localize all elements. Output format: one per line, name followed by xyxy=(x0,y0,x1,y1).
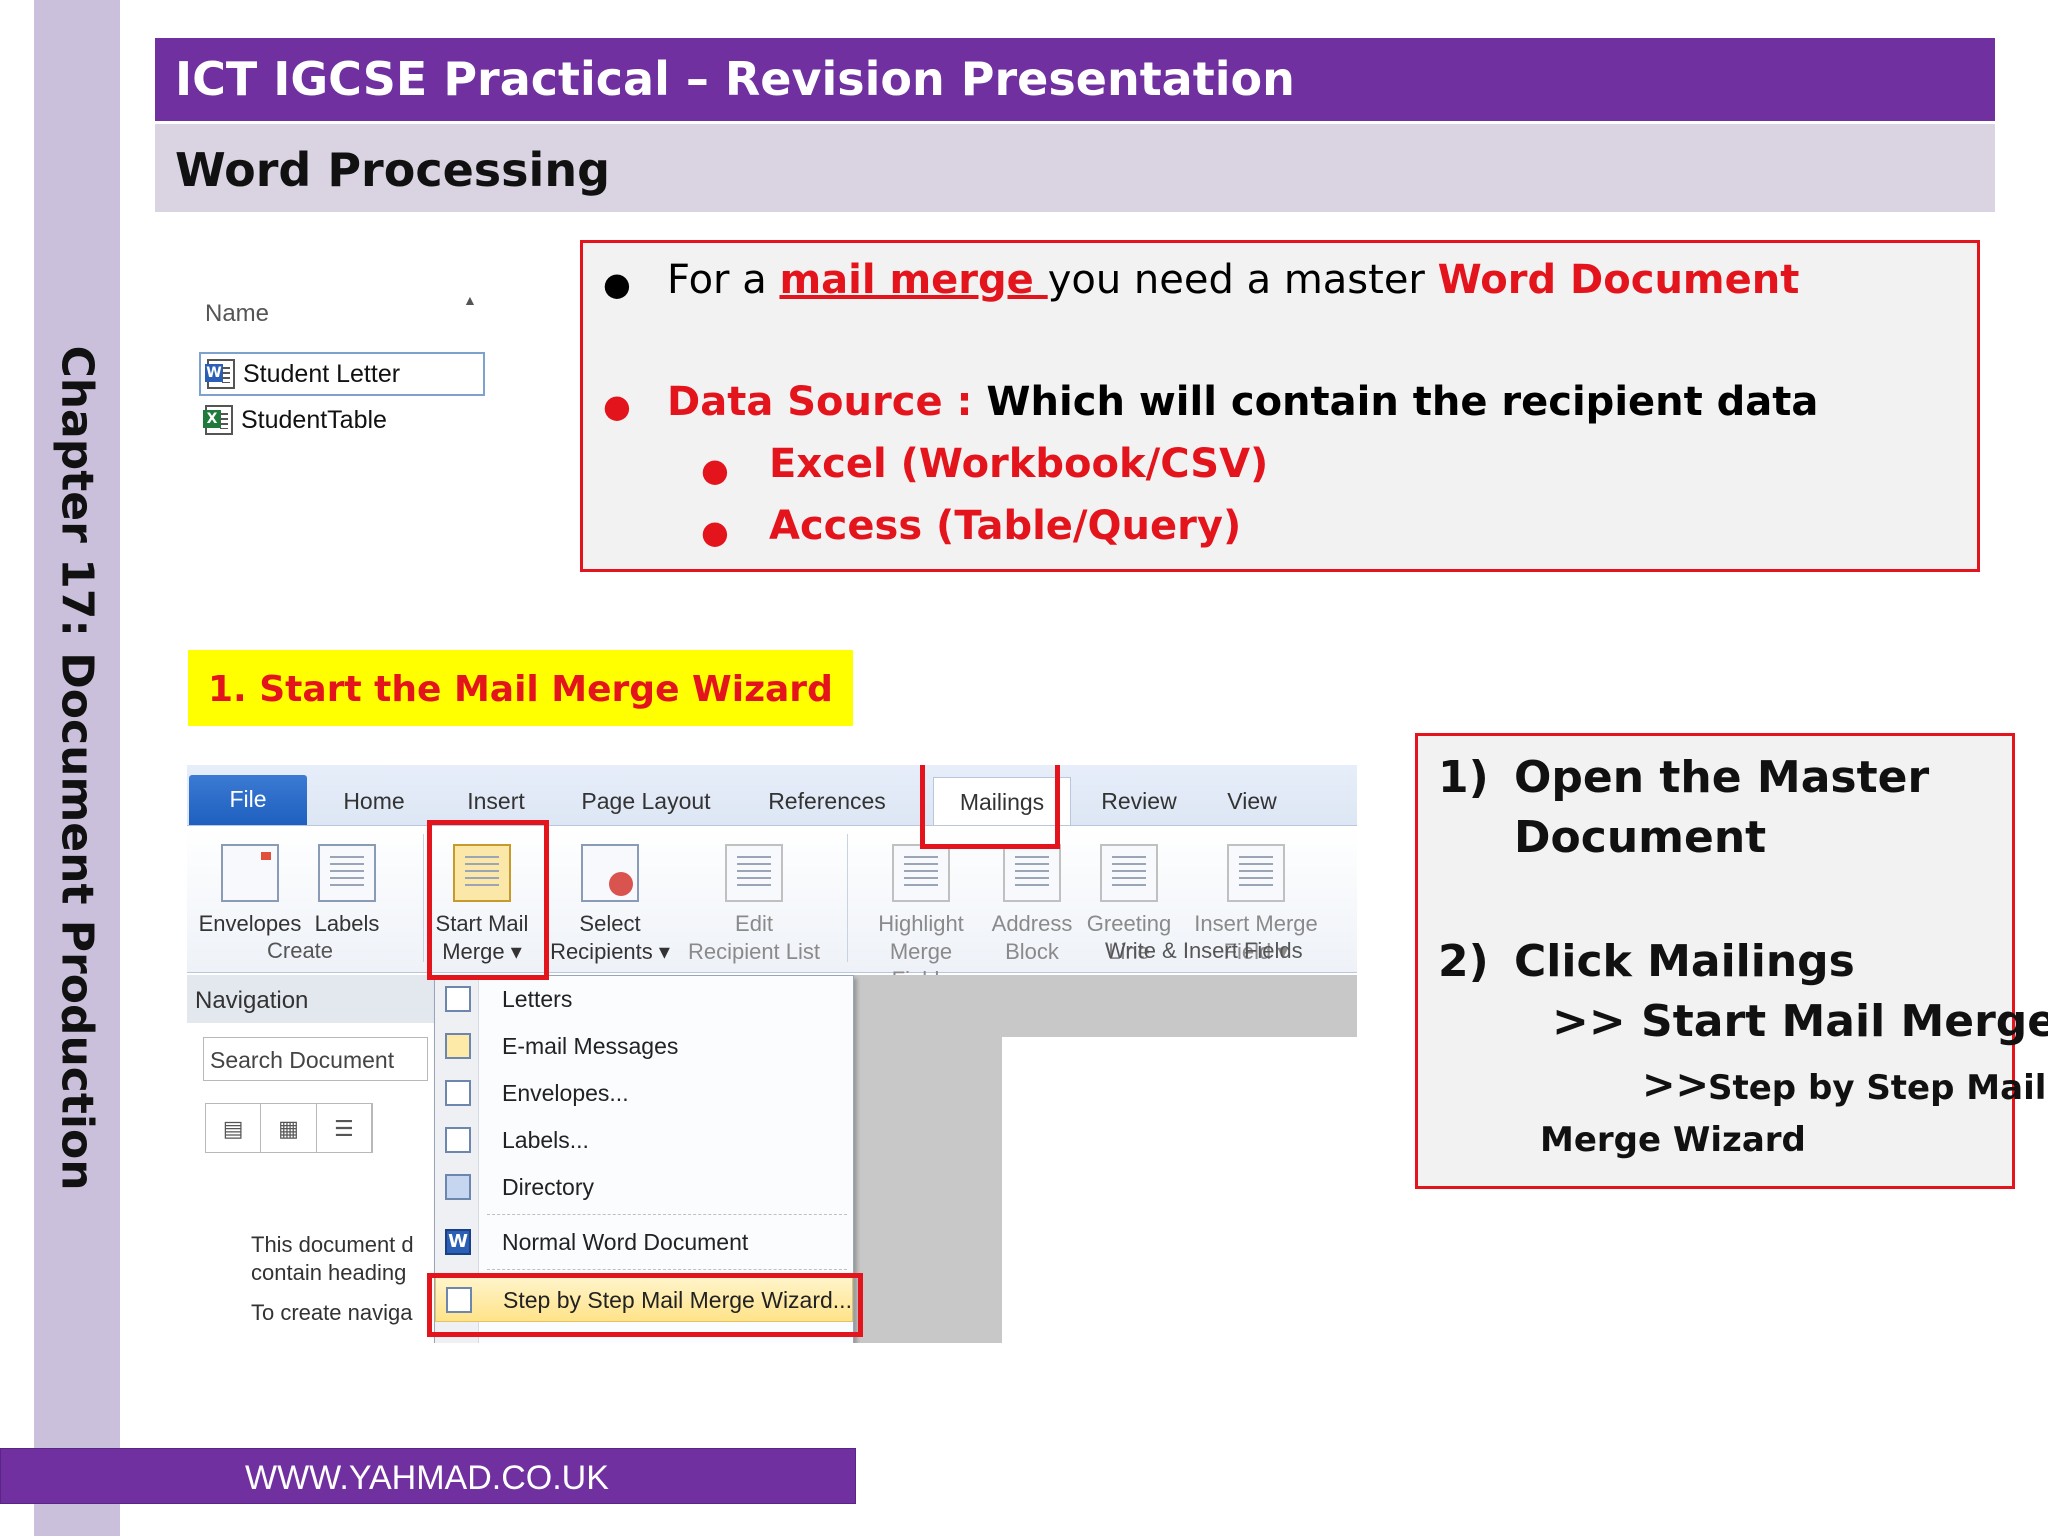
chapter-label: Chapter 17: Document Production xyxy=(51,345,103,1191)
step-1-line-1: Open the Master xyxy=(1514,752,1930,803)
ribbon-tabs: File Home Insert Page Layout References … xyxy=(187,765,1357,825)
labels-icon xyxy=(318,844,376,902)
bullet-icon: ● xyxy=(701,513,729,551)
word-icon: W xyxy=(445,1229,471,1255)
tab-home[interactable]: Home xyxy=(327,765,421,825)
search-document-input[interactable]: Search Document xyxy=(203,1037,428,1081)
tab-file[interactable]: File xyxy=(189,775,307,825)
recipients-icon xyxy=(581,844,639,902)
document-page[interactable] xyxy=(1002,1037,1357,1343)
tab-references[interactable]: References xyxy=(753,765,901,825)
menu-divider xyxy=(487,1214,847,1215)
info-sub-1: Excel (Workbook/CSV) xyxy=(769,441,1269,487)
section-label: 1. Start the Mail Merge Wizard xyxy=(188,650,853,726)
highlight-icon xyxy=(892,844,950,902)
navigation-pane: Navigation Search Document ▤ ▦ ☰ This do… xyxy=(187,975,437,1343)
letter-icon xyxy=(445,986,471,1012)
navigation-help-text: This document d contain heading To creat… xyxy=(251,1232,414,1325)
step-2-line-1: Click Mailings xyxy=(1514,936,1855,987)
word-screenshot: File Home Insert Page Layout References … xyxy=(187,765,1357,1343)
file-list-header[interactable]: Name xyxy=(205,300,269,328)
results-view-icon[interactable]: ☰ xyxy=(317,1104,372,1152)
bullet-icon: ● xyxy=(603,265,631,303)
step-2-line-3: Step by Step Mail xyxy=(1708,1068,2047,1108)
step-1-line-2: Document xyxy=(1514,812,1767,863)
pages-view-icon[interactable]: ▦ xyxy=(261,1104,317,1152)
step-2-number: 2) xyxy=(1438,936,1489,987)
directory-icon xyxy=(445,1174,471,1200)
select-recipients-button[interactable]: Select Recipients ▾ xyxy=(545,844,675,966)
mail-merge-link: mail merge xyxy=(779,257,1048,303)
navigation-view-tabs: ▤ ▦ ☰ xyxy=(205,1103,373,1153)
file-item-student-table[interactable]: X StudentTable xyxy=(199,398,485,442)
bullet-icon: ● xyxy=(701,451,729,489)
file-item-label: Student Letter xyxy=(243,359,401,388)
address-block-button[interactable]: Address Block xyxy=(989,844,1075,966)
sort-ascending-icon[interactable]: ▲ xyxy=(463,292,477,308)
file-list: Name ▲ W Student Letter X StudentTable xyxy=(195,280,495,450)
highlight-merge-fields-button[interactable]: Highlight Merge Fields xyxy=(859,844,983,994)
menu-item-directory[interactable]: Directory xyxy=(435,1164,853,1210)
envelope-icon xyxy=(221,844,279,902)
address-block-icon xyxy=(1003,844,1061,902)
group-write-insert-label: Write & Insert Fields xyxy=(1105,938,1303,963)
step-1-number: 1) xyxy=(1438,752,1489,803)
info-line-2: Data Source : Which will contain the rec… xyxy=(667,379,1819,425)
labels-icon xyxy=(445,1127,471,1153)
step-2-line-4: Merge Wizard xyxy=(1540,1120,1806,1160)
footer-website[interactable]: WWW.YAHMAD.CO.UK xyxy=(0,1448,856,1504)
tab-review[interactable]: Review xyxy=(1091,765,1187,825)
tab-view[interactable]: View xyxy=(1207,765,1297,825)
info-sub-2: Access (Table/Query) xyxy=(769,503,1242,549)
step-2-line-2: >> Start Mail Merge xyxy=(1552,996,2048,1047)
mail-merge-info-box: ● For a mail merge you need a master Wor… xyxy=(580,240,1980,572)
steps-box: 1) Open the Master Document 2) Click Mai… xyxy=(1415,733,2048,1189)
greeting-line-icon xyxy=(1100,844,1158,902)
menu-item-envelopes[interactable]: Envelopes... xyxy=(435,1070,853,1116)
info-line-1: For a mail merge you need a master Word … xyxy=(667,257,1800,303)
insert-merge-field-icon xyxy=(1227,844,1285,902)
slide-title: ICT IGCSE Practical – Revision Presentat… xyxy=(155,38,1995,121)
headings-view-icon[interactable]: ▤ xyxy=(206,1104,262,1152)
menu-item-email-messages[interactable]: E-mail Messages xyxy=(435,1023,853,1069)
envelopes-button[interactable]: Envelopes xyxy=(197,844,303,938)
mailings-ribbon: Envelopes Labels Create Start Mail Merge… xyxy=(187,825,1357,992)
group-divider xyxy=(847,834,848,962)
mailings-tab-highlight xyxy=(920,765,1060,849)
group-divider xyxy=(423,834,424,962)
tab-insert[interactable]: Insert xyxy=(449,765,543,825)
group-create-label: Create xyxy=(267,938,334,963)
slide-subtitle: Word Processing xyxy=(155,124,1995,212)
menu-divider xyxy=(487,1269,847,1270)
word-file-icon: W xyxy=(205,359,235,389)
menu-item-labels[interactable]: Labels... xyxy=(435,1117,853,1163)
file-item-label: StudentTable xyxy=(241,405,387,434)
email-icon xyxy=(445,1033,471,1059)
menu-item-letters[interactable]: Letters xyxy=(435,976,853,1022)
menu-item-normal-word-document[interactable]: W Normal Word Document xyxy=(435,1219,853,1265)
excel-file-icon: X xyxy=(203,405,233,435)
start-mail-merge-highlight xyxy=(427,820,549,980)
navigation-title: Navigation xyxy=(187,975,437,1023)
tab-page-layout[interactable]: Page Layout xyxy=(571,765,721,825)
file-item-student-letter[interactable]: W Student Letter xyxy=(199,352,485,396)
labels-button[interactable]: Labels xyxy=(305,844,389,938)
edit-recipient-list-button[interactable]: Edit Recipient List xyxy=(681,844,827,966)
wizard-item-highlight xyxy=(427,1273,863,1337)
envelope-icon xyxy=(445,1080,471,1106)
step-2-arrow: >> xyxy=(1642,1062,1710,1108)
bullet-icon: ● xyxy=(603,387,631,425)
edit-list-icon xyxy=(725,844,783,902)
